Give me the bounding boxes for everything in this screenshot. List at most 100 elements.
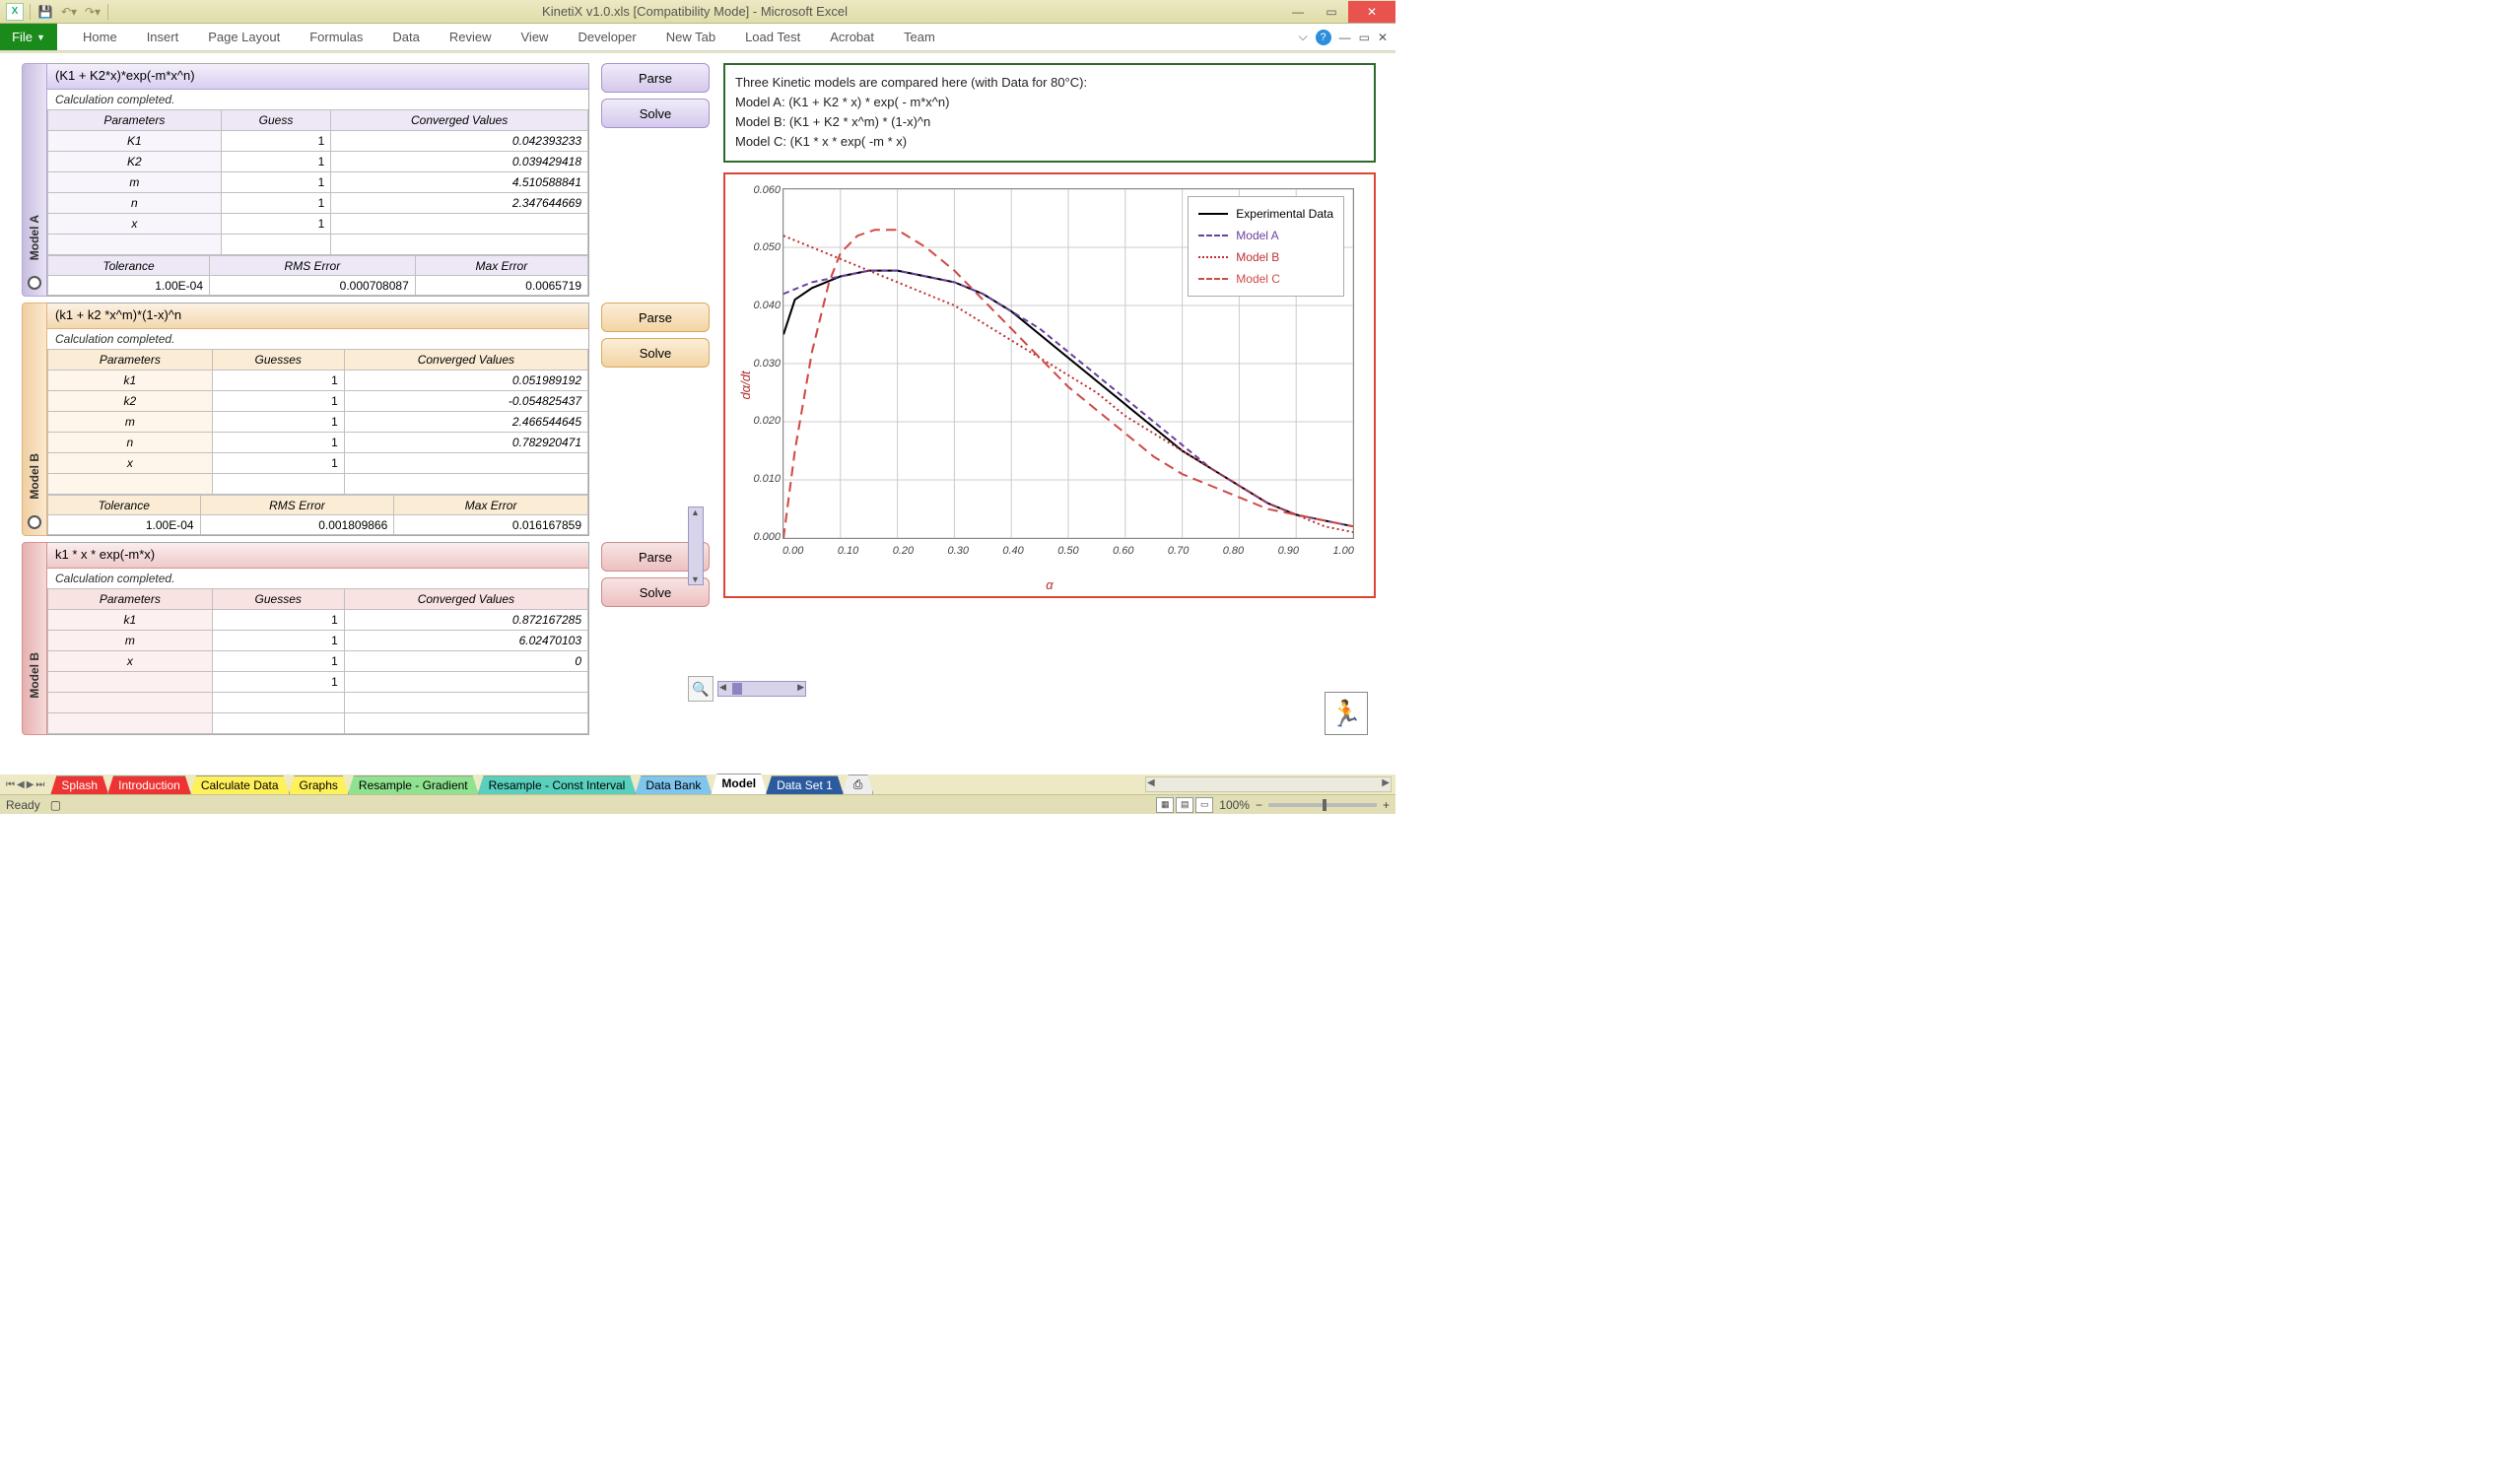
param-guess[interactable]: 1 [212,433,344,453]
run-icon[interactable]: 🏃 [1325,692,1368,735]
param-guess[interactable]: 1 [221,152,331,172]
titlebar: X 💾 ↶▾ ↷▾ KinetiX v1.0.xls [Compatibilit… [0,0,1395,24]
parse-button-b[interactable]: Parse [601,303,710,332]
minimize-button[interactable]: — [1281,1,1315,23]
sheet-tab-introduction[interactable]: Introduction [107,776,191,794]
divider [30,4,31,20]
sheet-tab-resample-const-interval[interactable]: Resample - Const Interval [478,776,637,794]
parse-button-a[interactable]: Parse [601,63,710,93]
param-name: n [48,433,213,453]
table-row: n12.347644669 [48,193,588,214]
ribbon-tab-home[interactable]: Home [83,30,117,44]
model-c-formula[interactable]: k1 * x * exp(-m*x) [47,543,588,569]
view-layout-icon[interactable]: ▤ [1176,797,1193,813]
ribbon-tab-acrobat[interactable]: Acrobat [830,30,874,44]
maximize-button[interactable]: ▭ [1315,1,1348,23]
redo-icon[interactable]: ↷▾ [84,3,102,21]
macro-record-icon[interactable]: ▢ [50,798,61,812]
model-c-table: ParametersGuessesConverged Values k110.8… [47,588,588,734]
model-b-formula[interactable]: (k1 + k2 *x^m)*(1-x)^n [47,304,588,329]
param-name: m [48,631,213,651]
undo-icon[interactable]: ↶▾ [60,3,78,21]
ribbon-tab-insert[interactable]: Insert [147,30,179,44]
param-guess[interactable]: 1 [212,672,344,693]
ribbon-tab-load-test[interactable]: Load Test [745,30,800,44]
sheet-tab-splash[interactable]: Splash [50,776,108,794]
model-a-radio[interactable] [28,276,41,290]
param-guess[interactable]: 1 [212,453,344,474]
param-guess[interactable]: 1 [212,371,344,391]
left-pane: Model A (K1 + K2*x)*exp(-m*x^n) Calculat… [0,53,719,775]
file-tab-label: File [12,30,33,44]
sheet-tab-data-set-1[interactable]: Data Set 1 [766,776,844,794]
ribbon-tab-page-layout[interactable]: Page Layout [208,30,280,44]
sheet-tab-model[interactable]: Model [711,774,767,794]
chart-box[interactable]: dα/dt α 0.0600.0500.0400.0300.0200.0100.… [723,172,1376,598]
close-button[interactable]: ✕ [1348,1,1395,23]
col-converged: Converged Values [331,110,588,131]
zoom-slider[interactable] [1268,803,1377,807]
param-guess[interactable]: 1 [221,131,331,152]
param-converged: 0.782920471 [344,433,587,453]
tab-nav[interactable]: ⏮◀▶⏭ [0,779,50,790]
param-name: k1 [48,610,213,631]
zoom-in-icon[interactable]: + [1383,798,1390,812]
param-converged [344,672,587,693]
save-icon[interactable]: 💾 [36,3,54,21]
param-converged [344,453,587,474]
legend: Experimental Data Model A Model B Model … [1188,196,1344,297]
ribbon-tab-formulas[interactable]: Formulas [309,30,363,44]
model-b-radio[interactable] [28,515,41,529]
file-tab[interactable]: File▼ [0,24,57,50]
legend-exp: Experimental Data [1236,207,1333,221]
ribbon-tab-team[interactable]: Team [904,30,935,44]
model-b-errors: ToleranceRMS ErrorMax Error 1.00E-040.00… [47,495,588,535]
view-normal-icon[interactable]: ▦ [1156,797,1174,813]
param-guess[interactable]: 1 [221,193,331,214]
col-parameters: Parameters [48,589,213,610]
col-converged: Converged Values [344,589,587,610]
mdi-close-icon[interactable]: ✕ [1378,31,1388,44]
ribbon-tab-new-tab[interactable]: New Tab [666,30,715,44]
param-name: x [48,214,222,235]
legend-a: Model A [1236,229,1278,242]
horizontal-scrollbar[interactable] [1145,776,1392,792]
param-guess[interactable]: 1 [212,610,344,631]
sheet-tab-resample-gradient[interactable]: Resample - Gradient [348,776,479,794]
view-break-icon[interactable]: ▭ [1195,797,1213,813]
excel-icon[interactable]: X [6,3,24,21]
mdi-restore-icon[interactable]: ▭ [1359,31,1370,44]
param-guess[interactable]: 1 [221,172,331,193]
chart-vscroll[interactable] [688,506,704,585]
param-guess[interactable]: 1 [212,651,344,672]
model-a-formula[interactable]: (K1 + K2*x)*exp(-m*x^n) [47,64,588,90]
model-b-panel: (k1 + k2 *x^m)*(1-x)^n Calculation compl… [47,303,589,536]
table-row: n10.782920471 [48,433,588,453]
param-name: k2 [48,391,213,412]
solve-button-a[interactable]: Solve [601,99,710,128]
param-guess[interactable]: 1 [212,412,344,433]
val-tol: 1.00E-04 [48,276,210,296]
table-row: x10 [48,651,588,672]
sheet-tab-data-bank[interactable]: Data Bank [635,776,712,794]
chart-hscroll[interactable] [717,681,806,697]
model-b-label: Model B [28,453,41,500]
sheet-tab-graphs[interactable]: Graphs [289,776,349,794]
insert-sheet-icon[interactable]: ⎙ [843,775,874,794]
ribbon-tab-view[interactable]: View [521,30,549,44]
zoom-icon[interactable]: 🔍 [688,676,714,702]
ribbon-tab-data[interactable]: Data [392,30,419,44]
solve-button-b[interactable]: Solve [601,338,710,368]
param-guess[interactable]: 1 [212,631,344,651]
sheet-tab-calculate-data[interactable]: Calculate Data [190,776,290,794]
param-guess[interactable]: 1 [221,214,331,235]
ribbon-collapse-icon[interactable]: ⌵ [1298,30,1307,44]
mdi-minimize-icon[interactable]: — [1339,31,1351,44]
param-guess[interactable]: 1 [212,391,344,412]
right-pane: Three Kinetic models are compared here (… [719,53,1395,775]
zoom-out-icon[interactable]: − [1256,798,1262,812]
help-icon[interactable]: ? [1316,30,1331,45]
ribbon-tab-review[interactable]: Review [449,30,492,44]
ribbon-tab-developer[interactable]: Developer [578,30,636,44]
param-converged [331,214,588,235]
